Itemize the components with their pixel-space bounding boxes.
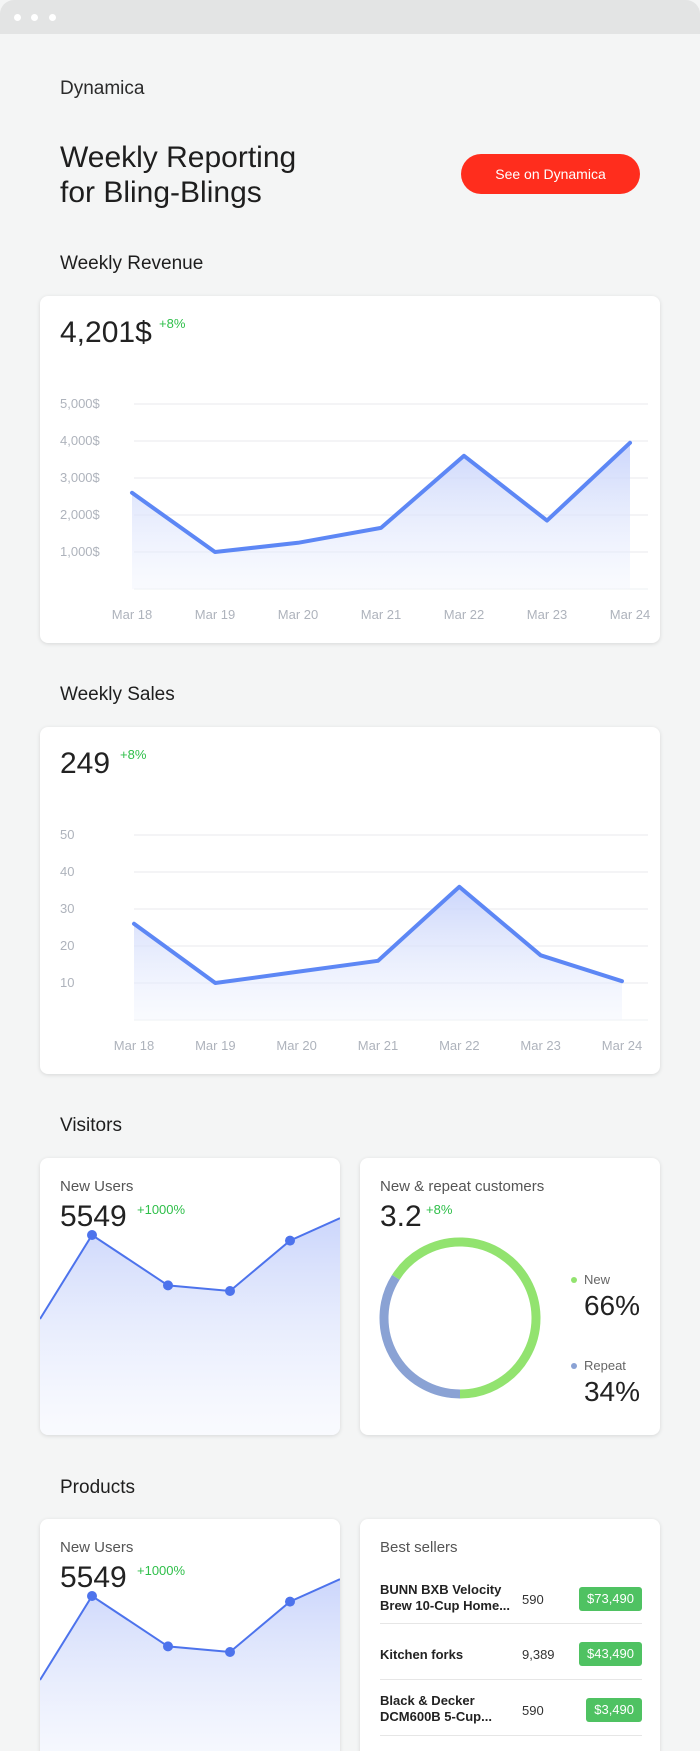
x-tick-label: Mar 22 <box>439 1038 479 1053</box>
best-seller-row[interactable]: Kitchen forks 9,389 $43,490 <box>380 1630 642 1680</box>
data-point <box>225 1647 235 1657</box>
window-dot-maximize[interactable] <box>49 14 56 21</box>
x-tick-label: Mar 19 <box>195 607 235 622</box>
browser-titlebar <box>0 0 700 34</box>
best-seller-row[interactable]: Black & Decker DCM600B 5-Cup... 590 $3,4… <box>380 1686 642 1736</box>
x-tick-label: Mar 23 <box>527 607 567 622</box>
data-point <box>163 1280 173 1291</box>
best-seller-price-badge: $73,490 <box>579 1587 642 1611</box>
best-seller-row[interactable]: BUNN BXB Velocity Brew 10-Cup Home... 59… <box>380 1574 642 1624</box>
best-seller-quantity: 590 <box>522 1592 544 1607</box>
best-seller-name: Kitchen forks <box>380 1647 464 1662</box>
page-title-line-1: Weekly Reporting <box>60 141 297 174</box>
revenue-card: 4,201$ +8% 1,000$ 2,000$ 3,000$ 4,000$ 5,000… <box>40 296 660 643</box>
data-point <box>285 1235 295 1246</box>
window-dot-close[interactable] <box>14 14 21 21</box>
y-tick-label: 5,000$ <box>60 396 101 411</box>
best-seller-quantity: 9,389 <box>522 1647 555 1662</box>
y-tick-label: 10 <box>60 975 74 990</box>
y-tick-label: 40 <box>60 864 74 879</box>
x-tick-label: Mar 23 <box>520 1038 560 1053</box>
legend-new-percent: 66% <box>583 1290 640 1321</box>
products-section-title: Products <box>60 1477 135 1498</box>
sales-section-title: Weekly Sales <box>60 684 175 705</box>
y-tick-label: 3,000$ <box>60 470 101 485</box>
visitors-section-title: Visitors <box>60 1115 122 1136</box>
revenue-section-title: Weekly Revenue <box>60 253 204 274</box>
x-tick-label: Mar 21 <box>361 607 401 622</box>
new-users-sparkline <box>40 1217 340 1435</box>
x-tick-label: Mar 19 <box>195 1038 235 1053</box>
x-tick-label: Mar 24 <box>610 607 650 622</box>
sales-chart: 10 20 30 40 50 Mar 18 Mar 19 Mar 20 Mar 21 Mar 22… <box>60 827 648 1053</box>
legend-repeat-dot <box>571 1363 577 1369</box>
donut-slice-new <box>392 1237 541 1399</box>
best-seller-price-badge: $3,490 <box>586 1698 642 1722</box>
best-seller-name: Black & Decker DCM600B 5-Cup... <box>380 1693 492 1724</box>
legend-new-dot <box>571 1277 577 1283</box>
data-point <box>163 1641 173 1652</box>
legend-repeat-label: Repeat <box>584 1358 626 1373</box>
x-tick-label: Mar 21 <box>358 1038 398 1053</box>
data-point <box>87 1230 97 1240</box>
customers-card: New & repeat customers 3.2 +8% New 66% R… <box>360 1158 660 1435</box>
brand-name: Dynamica <box>60 78 145 99</box>
area-fill <box>40 1218 340 1435</box>
revenue-chart: 1,000$ 2,000$ 3,000$ 4,000$ 5,000$ Mar 18 Mar … <box>60 396 650 622</box>
donut-slice-repeat <box>379 1274 461 1399</box>
x-tick-label: Mar 24 <box>602 1038 642 1053</box>
products-new-users-card: New Users 5549 +1000% <box>40 1519 340 1751</box>
window-dot-minimize[interactable] <box>31 14 38 21</box>
x-tick-label: Mar 20 <box>278 607 318 622</box>
page-title-line-2: for Bling-Blings <box>60 176 262 209</box>
see-on-dynamica-button[interactable]: See on Dynamica <box>461 154 640 194</box>
data-point <box>87 1591 97 1601</box>
y-tick-label: 30 <box>60 901 74 916</box>
x-tick-label: Mar 18 <box>114 1038 154 1053</box>
y-tick-label: 4,000$ <box>60 433 101 448</box>
area-fill <box>40 1579 340 1751</box>
best-seller-name: BUNN BXB Velocity Brew 10-Cup Home... <box>380 1582 511 1613</box>
legend-repeat-percent: 34% <box>583 1376 640 1407</box>
y-tick-label: 2,000$ <box>60 507 101 522</box>
best-sellers-card: Best sellers BUNN BXB Velocity Brew 10-C… <box>360 1519 660 1751</box>
y-tick-label: 1,000$ <box>60 544 101 559</box>
area-fill <box>132 442 630 589</box>
data-point <box>285 1596 295 1607</box>
x-tick-label: Mar 20 <box>276 1038 316 1053</box>
sales-card: 249 +8% 10 20 30 40 50 Mar 18 Mar 19 Mar 20 Mar … <box>40 727 660 1074</box>
page-title: Weekly Reporting for Bling-Blings <box>60 140 296 210</box>
y-tick-label: 20 <box>60 938 74 953</box>
area-fill <box>134 886 622 1020</box>
products-new-users-sparkline <box>40 1578 340 1751</box>
new-users-card: New Users 5549 +1000% <box>40 1158 340 1435</box>
legend-new-label: New <box>584 1272 611 1287</box>
best-sellers-label: Best sellers <box>380 1539 458 1556</box>
best-seller-price-badge: $43,490 <box>579 1642 642 1666</box>
data-point <box>225 1286 235 1296</box>
y-tick-label: 50 <box>60 827 74 842</box>
x-tick-label: Mar 18 <box>112 607 152 622</box>
x-tick-label: Mar 22 <box>444 607 484 622</box>
best-seller-quantity: 590 <box>522 1703 544 1718</box>
